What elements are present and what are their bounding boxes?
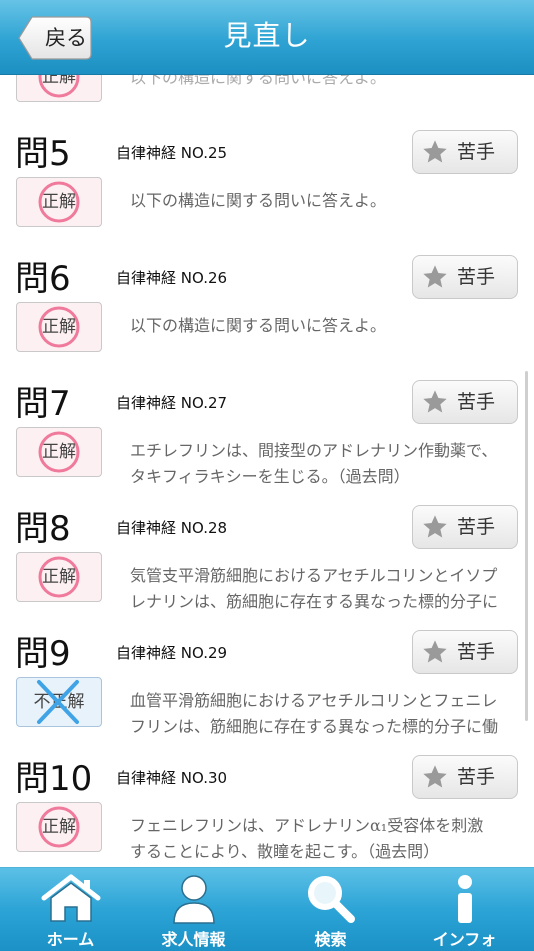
weak-toggle-button[interactable]: 苦手 — [412, 255, 518, 299]
question-category: 自律神経 NO.28 — [116, 519, 228, 537]
weak-toggle-label: 苦手 — [457, 141, 496, 163]
star-icon — [423, 265, 447, 288]
question-list[interactable]: 正解 以下の構造に関する問いに答えよ。 問5 自律神経 NO.25 苦手 正解 … — [0, 75, 534, 867]
question-text: 以下の構造に関する問いに答えよ。 — [130, 191, 387, 210]
navigation-bar: 戻る 見直し — [0, 0, 534, 75]
question-category: 自律神経 NO.25 — [116, 144, 228, 162]
question-text-line: 気管支平滑筋細胞におけるアセチルコリンとイソプ — [130, 566, 498, 585]
tab-info[interactable]: インフォ — [398, 868, 531, 951]
weak-toggle-button[interactable]: 苦手 — [412, 130, 518, 174]
tab-jobs[interactable]: 求人情報 — [127, 868, 260, 951]
tab-label: 求人情報 — [161, 930, 226, 949]
tab-label: インフォ — [432, 930, 497, 949]
star-icon — [423, 640, 447, 663]
question-row[interactable]: 問5 自律神経 NO.25 苦手 正解 以下の構造に関する問いに答えよ。 — [0, 130, 534, 255]
question-text-line: エチレフリンは、間接型のアドレナリン作動薬で、 — [130, 441, 498, 460]
result-correct-badge: 正解 — [16, 75, 102, 102]
home-icon — [41, 874, 100, 922]
tab-bar: ホーム 求人情報 検索 インフォ — [0, 867, 534, 951]
question-row[interactable]: 問10 自律神経 NO.30 苦手 正解 フェニレフリンは、アドレナリンα₁受容… — [0, 755, 534, 867]
result-label: 正解 — [42, 75, 76, 87]
result-label: 正解 — [42, 817, 76, 837]
question-text-line: タキフィラキシーを生じる。（過去問） — [130, 467, 410, 486]
star-icon — [423, 140, 447, 163]
weak-toggle-button[interactable]: 苦手 — [412, 755, 518, 799]
weak-toggle-button[interactable]: 苦手 — [412, 630, 518, 674]
question-row[interactable]: 問7 自律神経 NO.27 苦手 正解 エチレフリンは、間接型のアドレナリン作動… — [0, 380, 534, 505]
question-text-line: フェニレフリンは、アドレナリンα₁受容体を刺激 — [130, 816, 484, 835]
question-row[interactable]: 問8 自律神経 NO.28 苦手 正解 気管支平滑筋細胞におけるアセチルコリンと… — [0, 505, 534, 630]
weak-toggle-label: 苦手 — [457, 516, 496, 538]
scrollbar[interactable] — [525, 371, 528, 721]
weak-toggle-button[interactable]: 苦手 — [412, 380, 518, 424]
question-number: 問7 — [15, 384, 71, 424]
question-text-line: フリンは、筋細胞に存在する異なった標的分子に働 — [130, 717, 499, 736]
question-text: フェニレフリンは、アドレナリンα₁受容体を刺激 することにより、散瞳を起こす。（… — [130, 813, 520, 865]
weak-toggle-label: 苦手 — [457, 266, 496, 288]
question-row[interactable]: 問6 自律神経 NO.26 苦手 正解 以下の構造に関する問いに答えよ。 — [0, 255, 534, 380]
star-icon — [423, 515, 447, 538]
person-icon — [172, 875, 215, 924]
question-text: 以下の構造に関する問いに答えよ。 — [130, 316, 387, 335]
question-number: 問6 — [15, 259, 71, 299]
search-icon — [307, 876, 355, 923]
result-label: 正解 — [42, 567, 76, 587]
weak-toggle-label: 苦手 — [457, 766, 496, 788]
star-icon — [423, 390, 447, 413]
result-correct-badge: 正解 — [16, 427, 102, 477]
weak-toggle-button[interactable]: 苦手 — [412, 505, 518, 549]
weak-toggle-label: 苦手 — [457, 641, 496, 663]
question-row[interactable]: 問9 自律神経 NO.29 苦手 不正解 血管平滑筋細胞におけるアセチルコリンと… — [0, 630, 534, 755]
question-text: 血管平滑筋細胞におけるアセチルコリンとフェニレ フリンは、筋細胞に存在する異なっ… — [130, 688, 520, 740]
question-number: 問9 — [15, 634, 71, 674]
info-icon — [457, 875, 472, 923]
question-text: 以下の構造に関する問いに答えよ。 — [130, 75, 387, 87]
question-category: 自律神経 NO.27 — [116, 394, 228, 412]
question-text: エチレフリンは、間接型のアドレナリン作動薬で、 タキフィラキシーを生じる。（過去… — [130, 438, 520, 490]
incorrect-cross-icon — [37, 680, 79, 724]
tab-home[interactable]: ホーム — [4, 868, 137, 951]
star-icon — [423, 765, 447, 788]
question-text-line: することにより、散瞳を起こす。（過去問） — [130, 842, 440, 861]
result-correct-badge: 正解 — [16, 802, 102, 852]
question-row[interactable]: 正解 以下の構造に関する問いに答えよ。 — [0, 75, 534, 130]
result-label: 正解 — [42, 192, 76, 212]
result-correct-badge: 正解 — [16, 302, 102, 352]
result-label: 正解 — [42, 317, 76, 337]
tab-search[interactable]: 検索 — [264, 868, 397, 951]
result-correct-badge: 正解 — [16, 552, 102, 602]
tab-label: ホーム — [46, 930, 95, 949]
question-number: 問10 — [15, 759, 93, 799]
question-category: 自律神経 NO.29 — [116, 644, 228, 662]
question-category: 自律神経 NO.26 — [116, 269, 228, 287]
question-number: 問5 — [15, 134, 71, 174]
weak-toggle-label: 苦手 — [457, 391, 496, 413]
question-number: 問8 — [15, 509, 71, 549]
result-incorrect-badge: 不正解 — [16, 677, 102, 727]
question-category: 自律神経 NO.30 — [116, 769, 228, 787]
question-text-line: 血管平滑筋細胞におけるアセチルコリンとフェニレ — [130, 691, 498, 710]
question-text-line: レナリンは、筋細胞に存在する異なった標的分子に — [130, 592, 499, 611]
page-title: 見直し — [223, 19, 311, 52]
question-text: 気管支平滑筋細胞におけるアセチルコリンとイソプ レナリンは、筋細胞に存在する異な… — [130, 563, 520, 615]
tab-label: 検索 — [314, 930, 347, 949]
result-label: 正解 — [42, 442, 76, 462]
result-correct-badge: 正解 — [16, 177, 102, 227]
